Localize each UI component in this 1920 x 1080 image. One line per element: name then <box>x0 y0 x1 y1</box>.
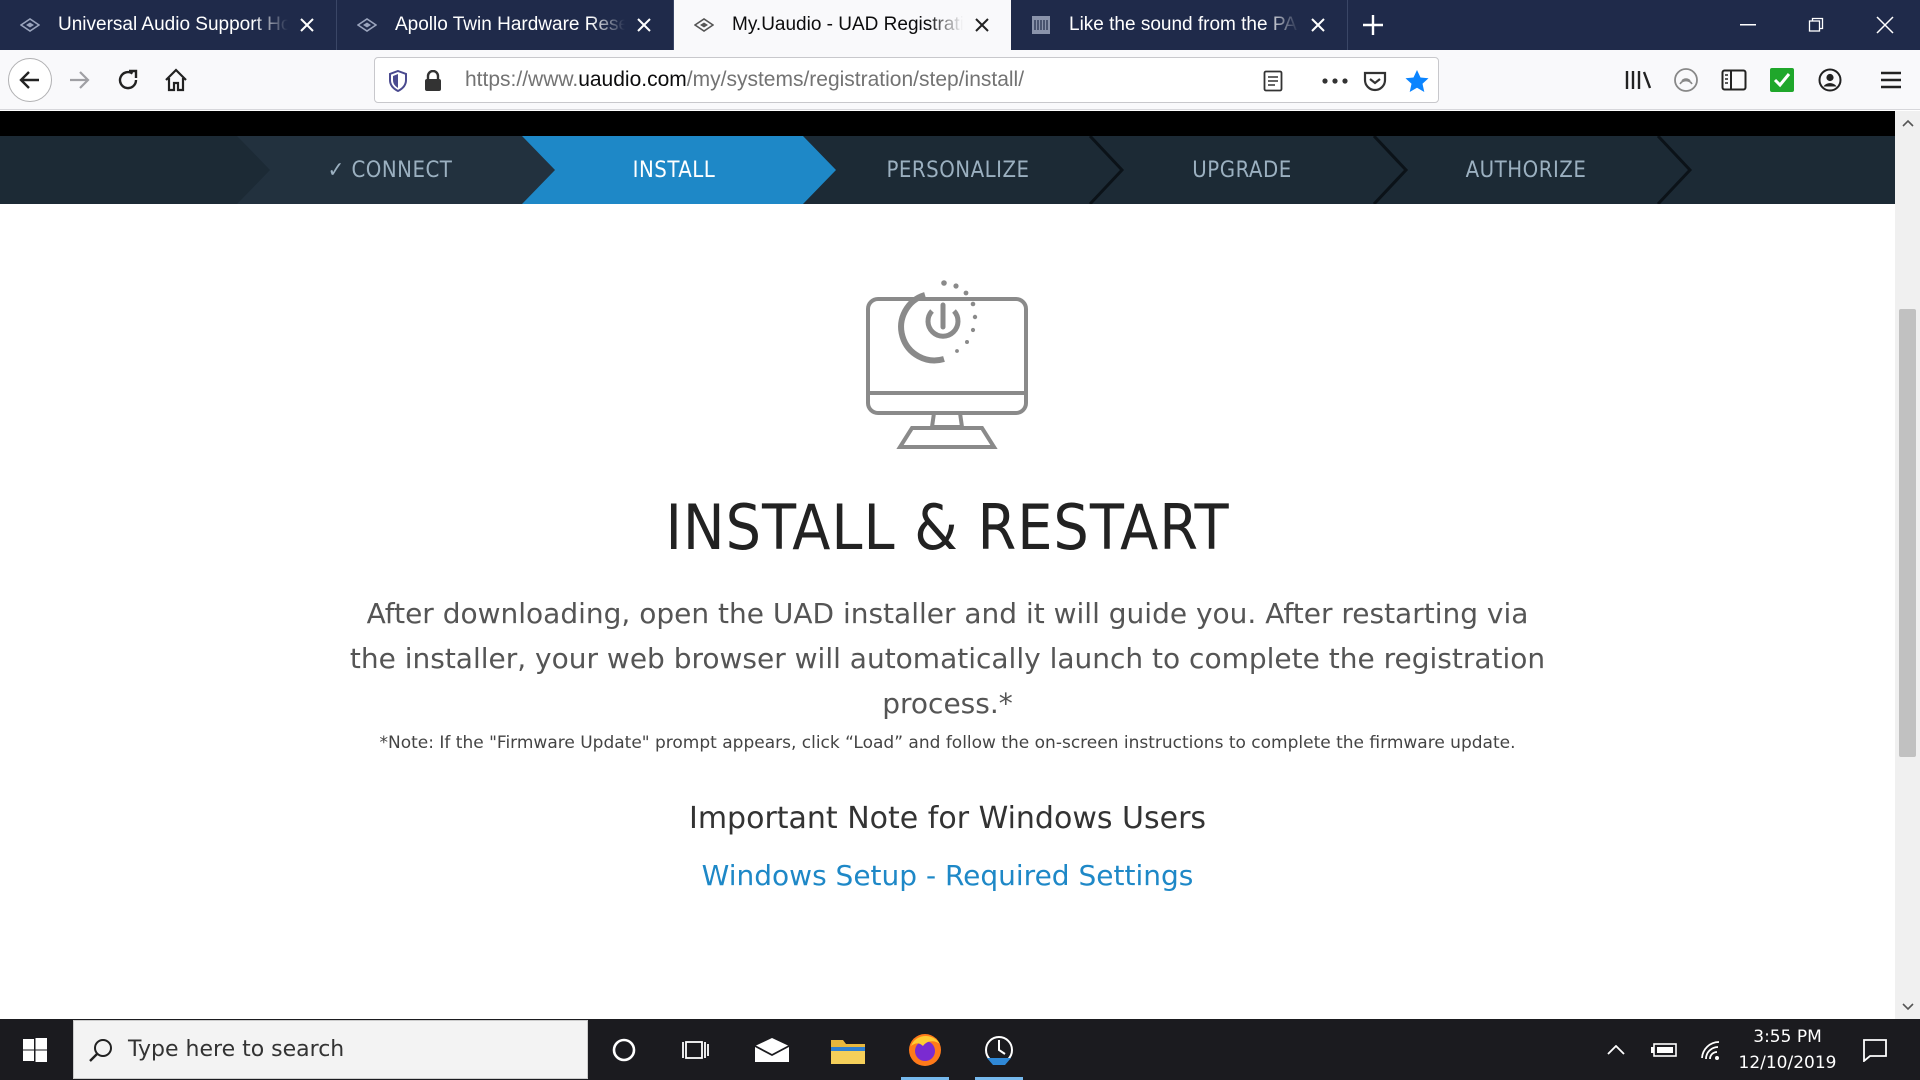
clock-time: 3:55 PM <box>1753 1026 1822 1047</box>
lock-icon[interactable] <box>419 67 447 95</box>
battery-icon[interactable] <box>1643 1019 1687 1080</box>
step-install[interactable]: INSTALL <box>534 136 814 204</box>
page-scrollbar[interactable] <box>1895 111 1920 1019</box>
mail-icon[interactable] <box>742 1019 802 1080</box>
close-tab-icon[interactable] <box>1305 12 1331 38</box>
sync-account-icon[interactable] <box>1670 64 1702 96</box>
tab-universal-audio-support[interactable]: Universal Audio Support Home <box>0 0 337 50</box>
notifications-icon[interactable] <box>1850 1019 1900 1080</box>
start-windows-icon[interactable] <box>0 1019 70 1080</box>
new-tab-button[interactable] <box>1348 0 1398 50</box>
windows-note-heading: Important Note for Windows Users <box>688 801 1207 836</box>
step-upgrade[interactable]: UPGRADE <box>1102 136 1382 204</box>
uaudio-logo-icon <box>20 15 40 35</box>
url-text: https://www.uaudio.com/my/systems/regist… <box>465 68 1025 91</box>
account-icon[interactable] <box>1814 64 1846 96</box>
close-tab-icon[interactable] <box>631 12 657 38</box>
computer-restart-icon <box>866 280 1028 449</box>
web-page: ✓ CONNECT INSTALL PERSONALIZE UPGRADE AU… <box>0 111 1895 1019</box>
file-explorer-icon[interactable] <box>818 1019 878 1080</box>
windows-setup-link-row: Windows Setup - Required Settings <box>0 859 1895 892</box>
address-bar[interactable]: https://www.uaudio.com/my/systems/regist… <box>374 57 1439 103</box>
close-tab-icon[interactable] <box>294 12 320 38</box>
navigation-toolbar: https://www.uaudio.com/my/systems/regist… <box>0 50 1920 110</box>
bookmark-star-icon[interactable] <box>1403 67 1431 95</box>
firefox-icon[interactable] <box>893 1019 957 1080</box>
forum-page-icon <box>1031 15 1051 35</box>
windows-taskbar: Type here to search 3:55 PM 12/10/2019 <box>0 1019 1920 1080</box>
uaudio-logo-icon <box>357 15 377 35</box>
page-actions-icon[interactable] <box>1321 67 1349 95</box>
library-icon[interactable] <box>1622 64 1654 96</box>
reader-view-icon[interactable] <box>1259 67 1287 95</box>
step-personalize[interactable]: PERSONALIZE <box>818 136 1098 204</box>
tab-title: My.Uaudio - UAD Registration <box>732 14 963 35</box>
extension-checkmark-icon[interactable] <box>1766 64 1798 96</box>
uaudio-logo-icon <box>694 15 714 35</box>
task-view-icon[interactable] <box>666 1019 726 1080</box>
tracking-shield-icon[interactable] <box>384 67 412 95</box>
page-title: INSTALL & RESTART <box>665 491 1230 564</box>
windows-setup-link[interactable]: Windows Setup - Required Settings <box>702 859 1194 892</box>
tab-uad-registration[interactable]: My.Uaudio - UAD Registration <box>674 0 1011 50</box>
home-button[interactable] <box>154 58 198 102</box>
tab-title: Universal Audio Support Home <box>58 14 288 35</box>
tab-apollo-twin-reset[interactable]: Apollo Twin Hardware Reset – Universal A… <box>337 0 674 50</box>
forward-button[interactable] <box>57 58 101 102</box>
search-placeholder: Type here to search <box>128 1037 345 1062</box>
site-header-bar <box>0 111 1895 136</box>
restore-window-button[interactable] <box>1781 0 1851 50</box>
show-hidden-icons-chevron-icon[interactable] <box>1596 1019 1636 1080</box>
hamburger-menu-icon[interactable] <box>1875 64 1907 96</box>
taskbar-search-box[interactable]: Type here to search <box>73 1020 588 1079</box>
sidebar-toggle-icon[interactable] <box>1718 64 1750 96</box>
firmware-note: *Note: If the "Firmware Update" prompt a… <box>379 733 1516 753</box>
registration-step-bar: ✓ CONNECT INSTALL PERSONALIZE UPGRADE AU… <box>0 136 1895 204</box>
tab-pa-sound[interactable]: Like the sound from the PA but <box>1011 0 1348 50</box>
scrollbar-thumb[interactable] <box>1899 309 1916 757</box>
close-tab-icon[interactable] <box>969 12 995 38</box>
scroll-down-arrow-icon[interactable] <box>1895 997 1920 1017</box>
system-clock[interactable]: 3:55 PM 12/10/2019 <box>1730 1019 1845 1080</box>
step-authorize[interactable]: AUTHORIZE <box>1386 136 1666 204</box>
wifi-icon[interactable] <box>1690 1019 1734 1080</box>
close-window-button[interactable] <box>1850 0 1920 50</box>
search-icon <box>88 1037 114 1063</box>
install-instructions: After downloading, open the UAD installe… <box>349 597 1546 720</box>
step-connect[interactable]: ✓ CONNECT <box>250 136 530 204</box>
tab-title: Apollo Twin Hardware Reset – Universal A… <box>395 14 625 35</box>
tab-strip: Universal Audio Support Home Apollo Twin… <box>0 0 1920 50</box>
scroll-up-arrow-icon[interactable] <box>1895 113 1920 133</box>
ua-meter-app-icon[interactable] <box>967 1019 1031 1080</box>
cortana-icon[interactable] <box>594 1019 654 1080</box>
minimize-window-button[interactable] <box>1713 0 1783 50</box>
pocket-icon[interactable] <box>1361 67 1389 95</box>
tab-title: Like the sound from the PA but <box>1069 14 1299 35</box>
back-button[interactable] <box>8 58 52 102</box>
clock-date: 12/10/2019 <box>1738 1052 1837 1073</box>
reload-button[interactable] <box>106 58 150 102</box>
